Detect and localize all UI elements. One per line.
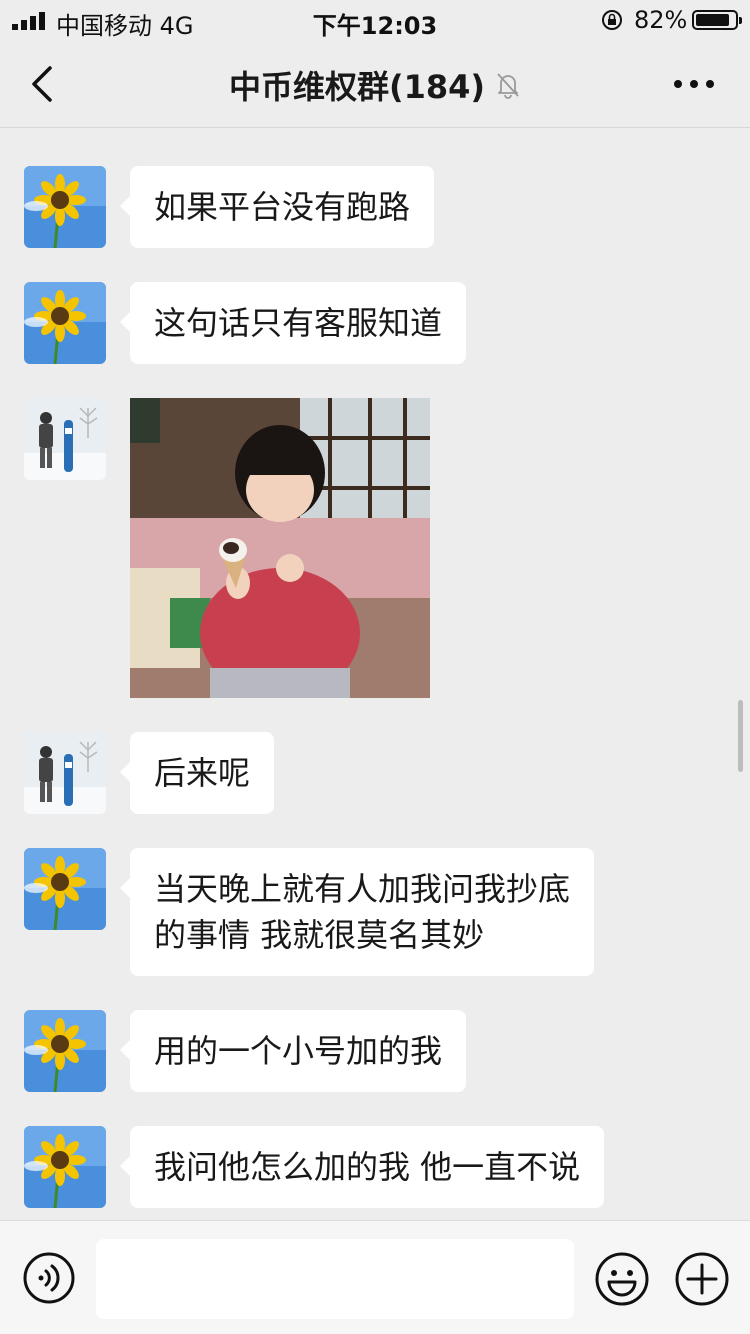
avatar-sunflower[interactable] [24, 282, 106, 364]
bell-off-icon [497, 73, 519, 99]
battery-icon [692, 10, 742, 30]
message-bubble[interactable]: 如果平台没有跑路 [119, 166, 435, 248]
orientation-lock-icon [602, 10, 622, 30]
message-bubble[interactable]: 我问他怎么加的我 他一直不说 [119, 1126, 605, 1208]
message-bubble[interactable]: 当天晚上就有人加我问我抄底 的事情 我就很莫名其妙 [119, 848, 595, 976]
voice-icon[interactable] [22, 1251, 76, 1305]
image-message[interactable] [130, 398, 430, 698]
avatar-snowboarder[interactable] [24, 398, 106, 480]
status-bar: 中国移动 4G 下午12:03 82% [0, 0, 750, 40]
message-bubble[interactable]: 这句话只有客服知道 [119, 282, 467, 364]
plus-icon[interactable] [674, 1251, 730, 1307]
more-dots-icon[interactable] [672, 78, 716, 90]
message-bubble[interactable]: 后来呢 [119, 732, 275, 814]
input-bar [0, 1220, 750, 1334]
emoji-icon[interactable] [594, 1251, 650, 1307]
battery-percent: 82% [634, 6, 688, 34]
avatar-sunflower[interactable] [24, 1010, 106, 1092]
message-bubble[interactable]: 用的一个小号加的我 [119, 1010, 467, 1092]
message-input[interactable] [96, 1239, 574, 1319]
avatar-sunflower[interactable] [24, 1126, 106, 1208]
chat-title-container: 中币维权群(184) [0, 62, 750, 108]
avatar-sunflower[interactable] [24, 166, 106, 248]
avatar-sunflower[interactable] [24, 848, 106, 930]
message-list[interactable]: 如果平台没有跑路 这句话只有客服知道 后来呢 当天晚上就有人加我问我抄底 的事情… [0, 128, 750, 1220]
nav-bar: 中币维权群(184) [0, 40, 750, 128]
scroll-indicator[interactable] [738, 700, 743, 772]
avatar-snowboarder[interactable] [24, 732, 106, 814]
chat-title: 中币维权群(184) [228, 68, 486, 106]
